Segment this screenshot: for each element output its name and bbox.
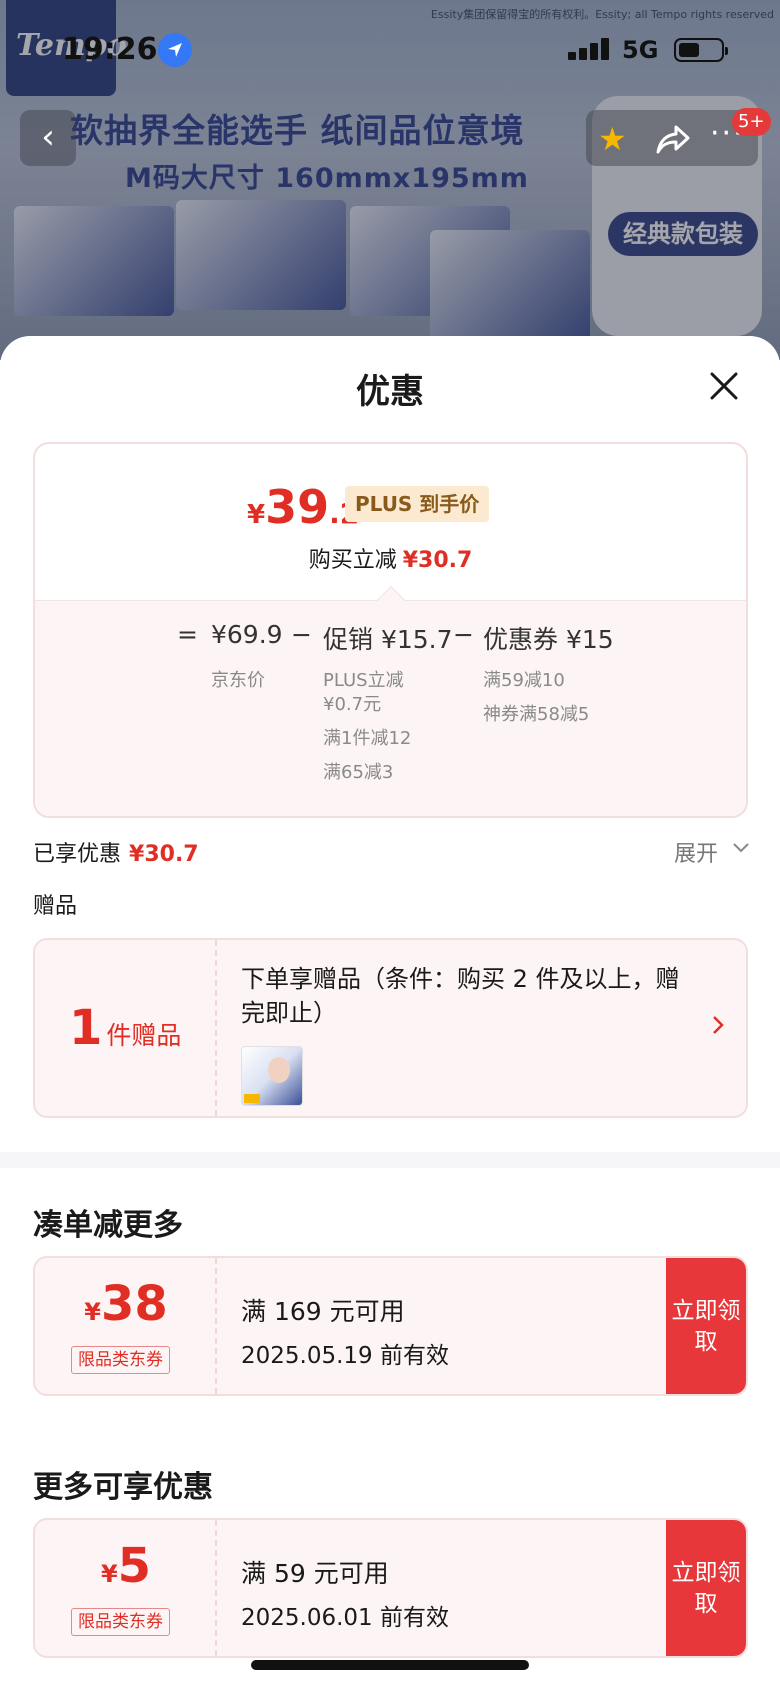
chevron-left-icon: ‹: [41, 117, 55, 157]
buy-reduce: 购买立减 ¥30.7: [308, 548, 473, 573]
promo-detail: 满65减3: [323, 762, 394, 783]
price-card: ¥39.2 PLUS 到手价 购买立减¥30.7 = ¥69.9 京东价 − 促…: [33, 442, 748, 818]
gift-thumbnail: [241, 1046, 303, 1106]
final-price: ¥39.2: [247, 480, 359, 534]
coupon-detail: 满59减10: [483, 670, 565, 691]
section-divider: [0, 1152, 780, 1168]
promo-amount: 促销 ¥15.7: [323, 625, 453, 654]
share-icon[interactable]: [656, 124, 690, 158]
home-indicator[interactable]: [251, 1660, 529, 1670]
discount-sheet: 优惠 ¥39.2 PLUS 到手价 购买立减¥30.7 = ¥69.9 京东价 …: [0, 336, 780, 1688]
coupon-card: ¥5 限品类东券 满 59 元可用 2025.06.01 前有效 立即领取: [33, 1518, 748, 1658]
coupon-validity: 2025.05.19 前有效: [241, 1343, 449, 1369]
claim-coupon-button[interactable]: 立即领取: [666, 1520, 746, 1656]
coupon-card: ¥38 限品类东券 满 169 元可用 2025.05.19 前有效 立即领取: [33, 1256, 748, 1396]
promo-detail: PLUS立减: [323, 670, 404, 691]
star-icon[interactable]: ★: [598, 120, 627, 158]
plus-price-tag: PLUS 到手价: [345, 486, 490, 522]
jd-price: ¥69.9: [211, 620, 283, 649]
notification-badge: 5+: [732, 108, 771, 136]
chevron-right-icon: [711, 1014, 725, 1040]
enjoyed-discount: 已享优惠 ¥30.7: [33, 842, 199, 867]
status-time: 19:26: [62, 32, 158, 67]
sheet-title: 优惠: [356, 372, 424, 412]
more-savings-title: 凑单减更多: [33, 1208, 183, 1243]
minus-sign: −: [291, 620, 312, 649]
coupon-value-panel: ¥38 限品类东券: [35, 1258, 217, 1394]
battery-icon: [674, 38, 728, 62]
coupon-condition: 满 59 元可用: [241, 1559, 389, 1588]
back-button[interactable]: ‹: [20, 110, 76, 166]
gift-description: 下单享赠品（条件：购买 2 件及以上，赠完即止）: [241, 965, 680, 1027]
gift-count-panel: 1 件赠品: [35, 940, 217, 1116]
minus-sign: −: [453, 620, 474, 649]
coupon-value-panel: ¥5 限品类东券: [35, 1520, 217, 1656]
promo-detail: 满1件减12: [323, 728, 412, 749]
coupon-value: ¥5: [100, 1538, 152, 1594]
gift-card[interactable]: 1 件赠品 下单享赠品（条件：购买 2 件及以上，赠完即止）: [33, 938, 748, 1118]
signal-icon: [568, 38, 612, 60]
status-bar: 19:26 5G: [0, 30, 780, 70]
coupon-amount: 优惠券 ¥15: [483, 625, 614, 654]
promo-detail: ¥0.7元: [323, 694, 382, 715]
network-type: 5G: [622, 36, 659, 64]
coupon-value: ¥38: [84, 1276, 168, 1332]
more-discounts-title: 更多可享优惠: [33, 1470, 213, 1505]
close-icon[interactable]: [708, 370, 740, 402]
gift-count: 1 件赠品: [69, 1000, 182, 1056]
jd-price-label: 京东价: [211, 670, 265, 691]
claim-coupon-button[interactable]: 立即领取: [666, 1258, 746, 1394]
coupon-type: 限品类东券: [71, 1608, 170, 1636]
equals-sign: =: [177, 620, 198, 649]
chevron-down-icon[interactable]: [732, 840, 750, 859]
coupon-validity: 2025.06.01 前有效: [241, 1605, 449, 1631]
coupon-type: 限品类东券: [71, 1346, 170, 1374]
coupon-detail: 神券满58减5: [483, 704, 590, 725]
price-summary: ¥39.2 PLUS 到手价 购买立减¥30.7: [35, 444, 746, 600]
coupon-condition: 满 169 元可用: [241, 1297, 405, 1326]
gift-section-label: 赠品: [33, 894, 78, 919]
location-icon: [158, 33, 192, 67]
expand-link[interactable]: 展开: [674, 836, 718, 868]
